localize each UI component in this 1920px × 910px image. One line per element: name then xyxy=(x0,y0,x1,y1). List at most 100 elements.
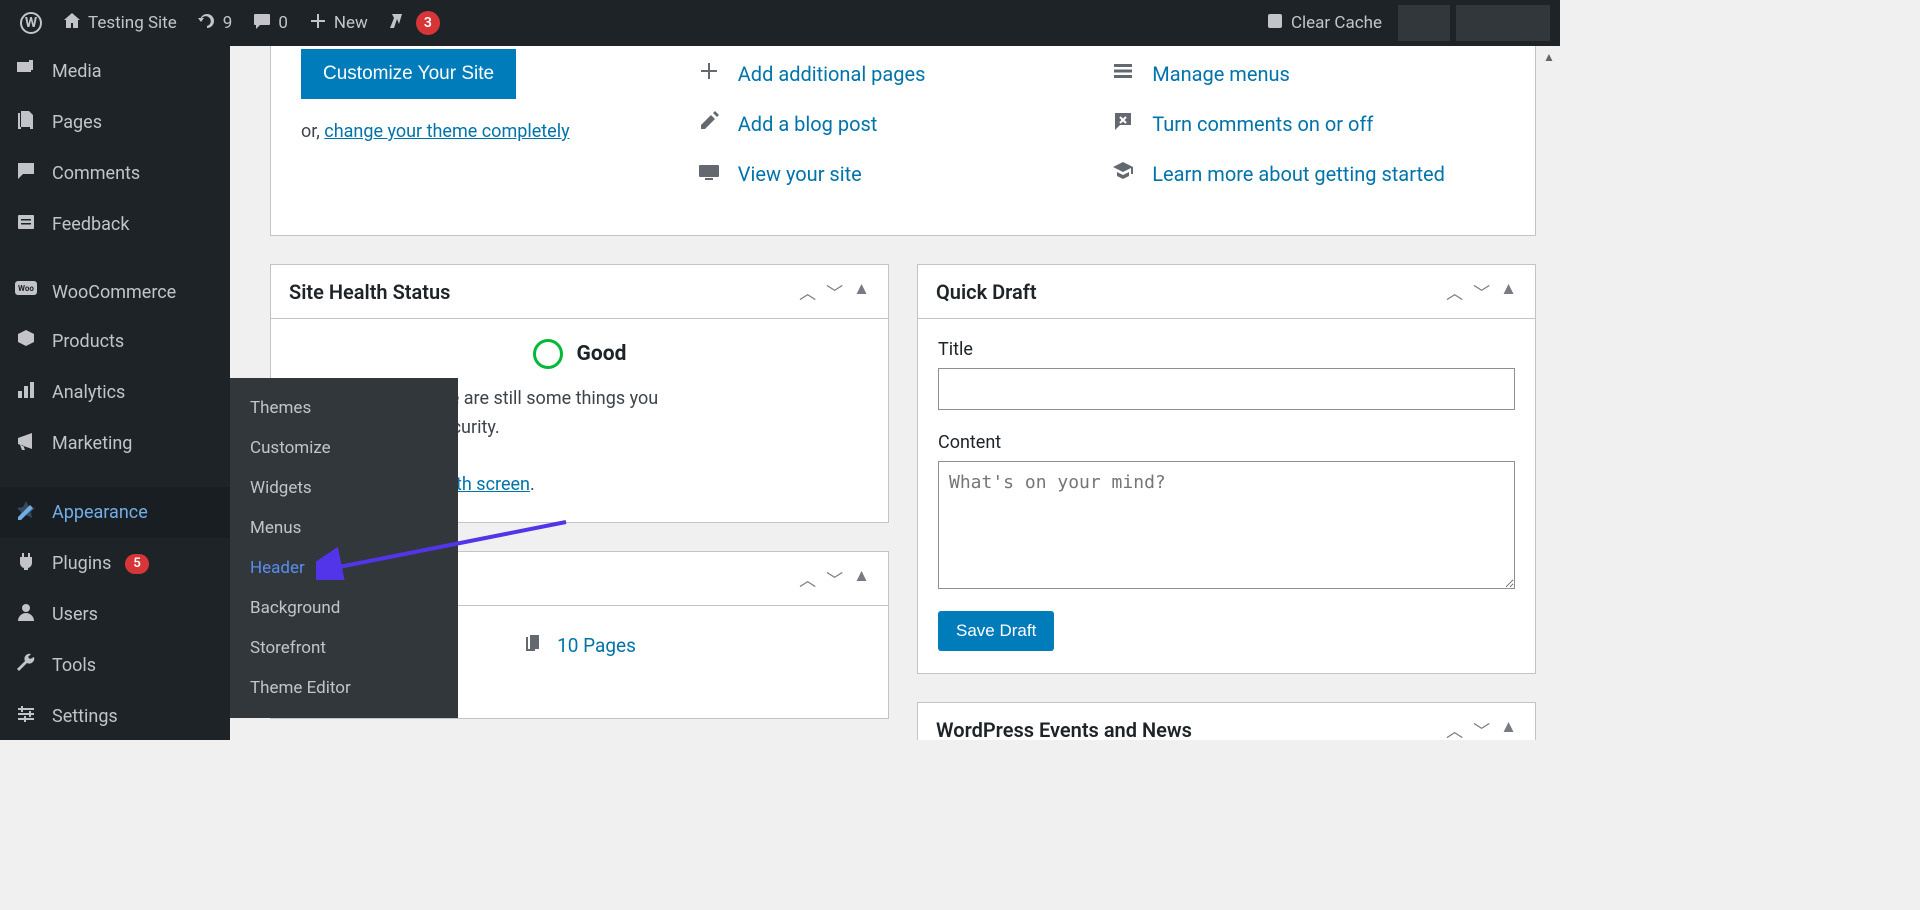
sidebar-item-products[interactable]: Products xyxy=(0,316,230,367)
welcome-link-menus[interactable]: Manage menus xyxy=(1110,49,1505,99)
link-label[interactable]: Learn more about getting started xyxy=(1152,162,1445,186)
site-name-link[interactable]: Testing Site xyxy=(52,0,187,46)
new-content-link[interactable]: New xyxy=(298,0,378,46)
welcome-link-view-site[interactable]: View your site xyxy=(696,149,1110,199)
sidebar-item-appearance[interactable]: Appearance xyxy=(0,487,230,538)
flyout-customize[interactable]: Customize xyxy=(230,428,458,468)
sidebar-item-pages[interactable]: Pages xyxy=(0,97,230,148)
chevron-up-icon[interactable]: ︿ xyxy=(799,279,816,304)
comments-link[interactable]: 0 xyxy=(242,0,298,46)
woocommerce-icon: Woo xyxy=(14,280,38,304)
link-label[interactable]: View your site xyxy=(738,162,862,186)
link-label[interactable]: Add a blog post xyxy=(738,112,878,136)
wordpress-logo-icon: W xyxy=(20,12,42,34)
flyout-header[interactable]: Header xyxy=(230,548,458,588)
link-label[interactable]: Add additional pages xyxy=(738,62,926,86)
chevron-down-icon[interactable]: ﹀ xyxy=(826,566,843,591)
welcome-panel: Customize Your Site or, change your them… xyxy=(270,46,1536,236)
flyout-menus[interactable]: Menus xyxy=(230,508,458,548)
edit-icon xyxy=(696,109,722,139)
triangle-up-icon[interactable]: ▲ xyxy=(1500,279,1517,304)
sidebar-item-woocommerce[interactable]: Woo WooCommerce xyxy=(0,268,230,316)
users-icon xyxy=(14,601,38,628)
sidebar-item-feedback[interactable]: Feedback xyxy=(0,199,230,250)
welcome-link-comments[interactable]: Turn comments on or off xyxy=(1110,99,1505,149)
admin-sidebar: Media Pages Comments Feedback Woo WooCom… xyxy=(0,46,230,740)
flyout-themes[interactable]: Themes xyxy=(230,388,458,428)
media-icon xyxy=(14,58,38,85)
updates-link[interactable]: 9 xyxy=(187,0,243,46)
chevron-down-icon[interactable]: ﹀ xyxy=(1473,279,1490,304)
comment-off-icon xyxy=(1110,109,1136,139)
sidebar-item-users[interactable]: Users xyxy=(0,589,230,640)
tools-icon xyxy=(14,652,38,679)
triangle-up-icon[interactable]: ▲ xyxy=(853,566,870,591)
flyout-storefront[interactable]: Storefront xyxy=(230,628,458,668)
content-label: Content xyxy=(938,432,1515,453)
customize-site-button[interactable]: Customize Your Site xyxy=(301,49,516,99)
sidebar-label: Appearance xyxy=(52,502,148,523)
yoast-badge: 3 xyxy=(416,11,440,35)
comment-icon xyxy=(252,11,272,36)
wp-logo-menu[interactable]: W xyxy=(10,0,52,46)
sidebar-label: Media xyxy=(52,61,102,82)
change-theme-link[interactable]: change your theme completely xyxy=(324,121,569,142)
link-label[interactable]: Manage menus xyxy=(1152,62,1290,86)
chevron-up-icon[interactable]: ︿ xyxy=(799,566,816,591)
triangle-up-icon[interactable]: ▲ xyxy=(853,279,870,304)
sidebar-item-tools[interactable]: Tools xyxy=(0,640,230,691)
appearance-icon xyxy=(14,499,38,526)
plugins-badge: 5 xyxy=(125,554,148,574)
settings-icon xyxy=(14,703,38,730)
chevron-up-icon[interactable]: ︿ xyxy=(1446,279,1463,304)
title-label: Title xyxy=(938,339,1515,360)
sidebar-label: Analytics xyxy=(52,382,125,403)
panel-title: WordPress Events and News xyxy=(936,718,1446,741)
plus-icon xyxy=(696,59,722,89)
new-label: New xyxy=(334,13,368,33)
adminbar-box-1[interactable] xyxy=(1398,5,1450,41)
health-status: Good xyxy=(577,342,627,366)
sidebar-item-comments[interactable]: Comments xyxy=(0,148,230,199)
sidebar-item-analytics[interactable]: Analytics xyxy=(0,367,230,418)
health-circle-icon xyxy=(533,339,563,369)
chevron-up-icon[interactable]: ︿ xyxy=(1446,717,1463,740)
panel-title: Quick Draft xyxy=(936,280,1446,304)
sidebar-label: Pages xyxy=(52,112,102,133)
yoast-icon xyxy=(388,10,410,37)
triangle-up-icon[interactable]: ▲ xyxy=(1500,717,1517,740)
sidebar-label: Settings xyxy=(52,706,118,727)
draft-title-input[interactable] xyxy=(938,368,1515,410)
panel-controls: ︿ ﹀ ▲ xyxy=(799,279,870,304)
sidebar-item-marketing[interactable]: Marketing xyxy=(0,418,230,469)
svg-text:Woo: Woo xyxy=(18,284,34,293)
welcome-link-learn[interactable]: Learn more about getting started xyxy=(1110,149,1505,199)
flyout-background[interactable]: Background xyxy=(230,588,458,628)
draft-content-textarea[interactable] xyxy=(938,461,1515,589)
analytics-icon xyxy=(14,379,38,406)
save-draft-button[interactable]: Save Draft xyxy=(938,611,1054,651)
welcome-link-add-post[interactable]: Add a blog post xyxy=(696,99,1110,149)
events-news-panel: WordPress Events and News ︿ ﹀ ▲ xyxy=(917,702,1536,740)
flyout-theme-editor[interactable]: Theme Editor xyxy=(230,668,458,708)
yoast-link[interactable]: 3 xyxy=(378,0,450,46)
view-icon xyxy=(696,159,722,189)
vertical-scrollbar[interactable]: ▲ xyxy=(1538,46,1560,740)
products-icon xyxy=(14,328,38,355)
welcome-link-add-pages[interactable]: Add additional pages xyxy=(696,49,1110,99)
scroll-up-icon[interactable]: ▲ xyxy=(1538,46,1560,68)
pages-count-link[interactable]: 10 Pages xyxy=(557,634,636,657)
updates-count: 9 xyxy=(223,13,233,33)
link-label[interactable]: Turn comments on or off xyxy=(1152,112,1373,136)
comments-count: 0 xyxy=(278,13,288,33)
sidebar-label: Users xyxy=(52,604,98,625)
adminbar-box-2[interactable] xyxy=(1456,5,1550,41)
flyout-widgets[interactable]: Widgets xyxy=(230,468,458,508)
clear-cache-link[interactable]: Clear Cache xyxy=(1255,0,1392,46)
sidebar-item-media[interactable]: Media xyxy=(0,46,230,97)
chevron-down-icon[interactable]: ﹀ xyxy=(1473,717,1490,740)
sidebar-label: WooCommerce xyxy=(52,282,176,303)
sidebar-item-plugins[interactable]: Plugins 5 xyxy=(0,538,230,589)
sidebar-item-settings[interactable]: Settings xyxy=(0,691,230,742)
chevron-down-icon[interactable]: ﹀ xyxy=(826,279,843,304)
